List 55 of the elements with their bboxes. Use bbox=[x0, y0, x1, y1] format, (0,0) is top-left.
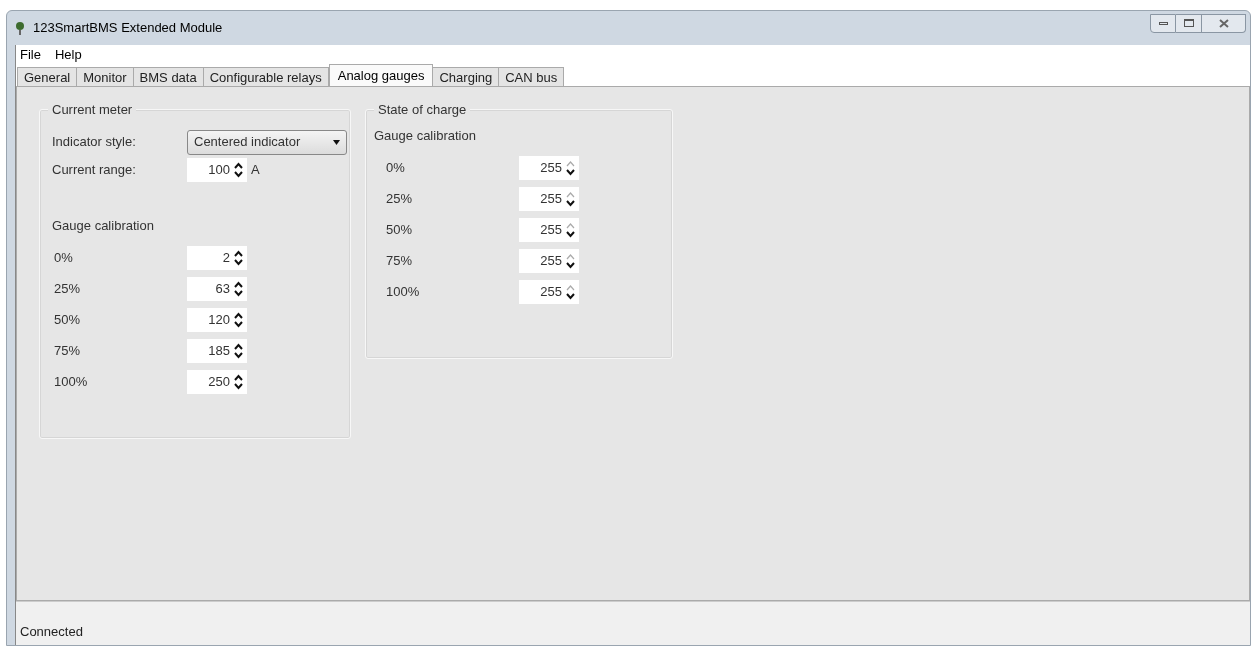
spinner-arrows-icon bbox=[234, 280, 243, 297]
tab[interactable]: CAN bus bbox=[498, 67, 565, 86]
spinner-arrows-icon bbox=[566, 252, 575, 269]
window-title: 123SmartBMS Extended Module bbox=[33, 19, 223, 38]
spinner-arrows-icon bbox=[234, 311, 243, 328]
tab[interactable]: Monitor bbox=[76, 67, 134, 86]
spinner-arrows-icon bbox=[566, 159, 575, 176]
spinner-arrows-icon bbox=[566, 221, 575, 238]
number-spinner[interactable]: 2 bbox=[187, 245, 247, 270]
number-spinner[interactable]: 255 bbox=[519, 155, 579, 180]
calibration-label: 0% bbox=[386, 158, 406, 177]
number-spinner[interactable]: 255 bbox=[519, 279, 579, 304]
spinner-arrows-icon bbox=[566, 283, 575, 300]
spinner-arrows-icon bbox=[234, 162, 243, 178]
number-spinner[interactable]: 255 bbox=[519, 248, 579, 273]
number-spinner[interactable]: 255 bbox=[519, 217, 579, 242]
tab[interactable]: Configurable relays bbox=[202, 67, 329, 86]
number-spinner[interactable]: 250 bbox=[187, 369, 247, 394]
calibration-label: 25% bbox=[386, 189, 414, 208]
status-text: Connected bbox=[20, 622, 83, 641]
calibration-label: 25% bbox=[54, 279, 82, 298]
spinner-arrows-icon bbox=[234, 342, 243, 359]
tab[interactable]: Charging bbox=[432, 67, 500, 86]
calibration-label: 100% bbox=[386, 282, 421, 301]
minimize-button[interactable] bbox=[1150, 13, 1176, 33]
spinner-arrows-icon bbox=[234, 249, 243, 266]
spinner-arrows-icon bbox=[566, 190, 575, 207]
menu-item[interactable]: File bbox=[20, 44, 41, 65]
section-heading: Gauge calibration bbox=[52, 217, 154, 235]
close-button[interactable] bbox=[1202, 13, 1246, 33]
calibration-label: 0% bbox=[54, 248, 74, 267]
number-spinner[interactable]: 185 bbox=[187, 338, 247, 363]
calibration-label: 50% bbox=[386, 220, 414, 239]
calibration-label: 75% bbox=[386, 251, 414, 270]
section-heading: Gauge calibration bbox=[374, 127, 476, 145]
calibration-label: 100% bbox=[54, 372, 89, 391]
calibration-label: 75% bbox=[54, 341, 82, 360]
close-icon bbox=[1218, 18, 1229, 28]
tab[interactable]: Analog gauges bbox=[328, 64, 434, 86]
indicator-style-dropdown[interactable]: Centered indicator bbox=[187, 129, 347, 155]
menu-item[interactable]: Help bbox=[54, 44, 82, 65]
unit-label: A bbox=[251, 161, 260, 180]
calibration-label: 50% bbox=[54, 310, 82, 329]
number-spinner[interactable]: 120 bbox=[187, 307, 247, 332]
maximize-button[interactable] bbox=[1176, 13, 1202, 33]
tab[interactable]: General bbox=[17, 67, 78, 86]
number-spinner[interactable]: 100 bbox=[187, 158, 247, 182]
tab[interactable]: BMS data bbox=[132, 67, 204, 86]
number-spinner[interactable]: 63 bbox=[187, 276, 247, 301]
current-range-label: Current range: bbox=[52, 161, 137, 180]
dropdown-caret-icon bbox=[333, 139, 340, 145]
spinner-arrows-icon bbox=[234, 373, 243, 390]
indicator-style-label: Indicator style: bbox=[52, 133, 137, 152]
app-icon bbox=[15, 21, 25, 35]
number-spinner[interactable]: 255 bbox=[519, 186, 579, 211]
